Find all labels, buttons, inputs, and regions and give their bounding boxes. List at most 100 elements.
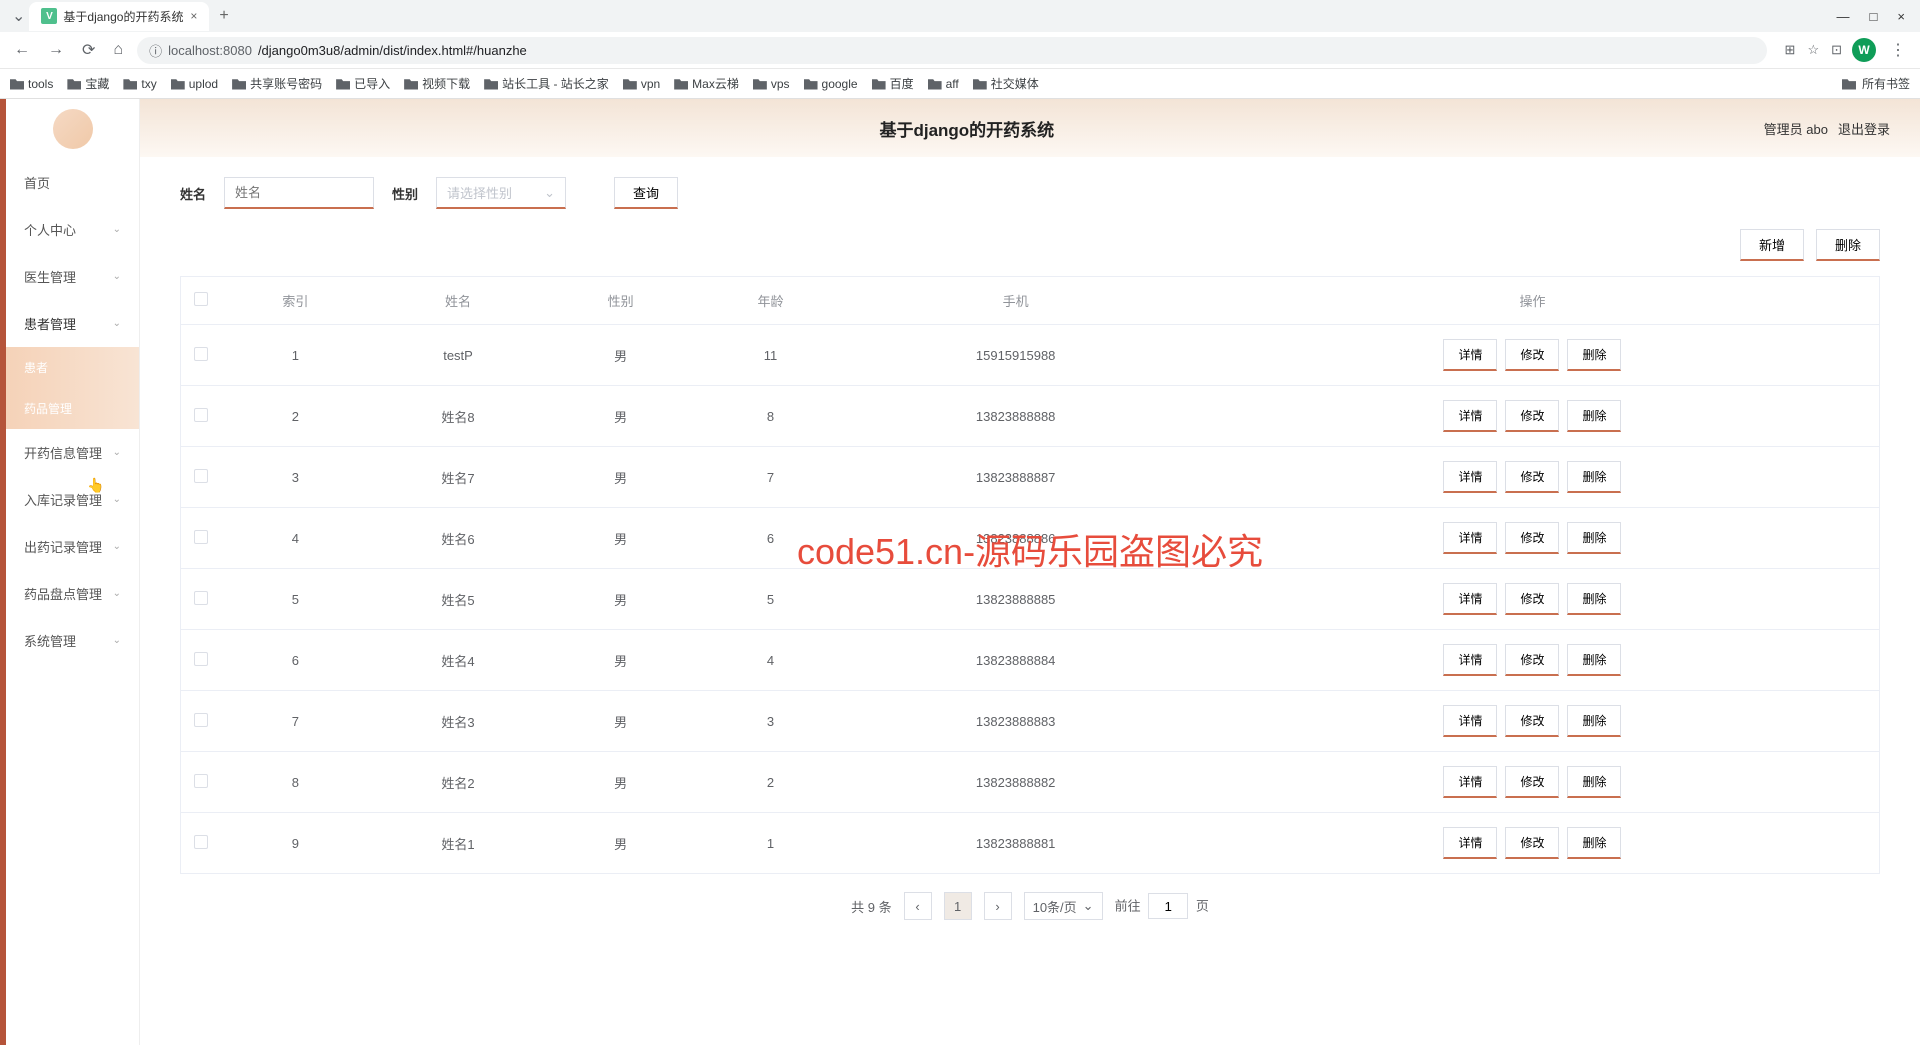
add-button[interactable]: 新增 xyxy=(1740,229,1804,261)
next-page-button[interactable]: › xyxy=(984,892,1012,920)
sidebar-item[interactable]: 开药信息管理⌄ xyxy=(6,429,139,476)
chevron-down-icon[interactable]: ⌄ xyxy=(8,6,29,26)
detail-button[interactable]: 详情 xyxy=(1443,827,1497,859)
select-all[interactable] xyxy=(181,277,221,325)
bookmark-item[interactable]: txy xyxy=(123,75,156,92)
bookmark-item[interactable]: google xyxy=(804,75,858,92)
bookmark-item[interactable]: Max云梯 xyxy=(674,75,739,92)
row-checkbox[interactable] xyxy=(181,569,221,630)
page-number[interactable]: 1 xyxy=(944,892,972,920)
prev-page-button[interactable]: ‹ xyxy=(904,892,932,920)
bookmark-item[interactable]: vpn xyxy=(623,75,660,92)
chevron-down-icon: ⌄ xyxy=(113,271,121,282)
detail-button[interactable]: 详情 xyxy=(1443,766,1497,798)
bookmark-item[interactable]: 宝藏 xyxy=(67,75,109,92)
edit-button[interactable]: 修改 xyxy=(1505,827,1559,859)
sidebar-item[interactable]: 入库记录管理⌄ xyxy=(6,476,139,523)
tab-title: 基于django的开药系统 xyxy=(63,8,183,25)
page-jump-input[interactable] xyxy=(1148,893,1188,919)
total-label: 共 9 条 xyxy=(851,897,891,916)
row-delete-button[interactable]: 删除 xyxy=(1567,522,1621,554)
maximize-icon[interactable]: □ xyxy=(1870,9,1878,24)
row-checkbox[interactable] xyxy=(181,386,221,447)
row-checkbox[interactable] xyxy=(181,691,221,752)
all-bookmarks[interactable]: 所有书签 xyxy=(1862,75,1910,92)
cell-index: 7 xyxy=(221,691,371,752)
star-icon[interactable]: ☆ xyxy=(1807,42,1819,58)
bookmark-item[interactable]: uplod xyxy=(171,75,218,92)
menu-icon[interactable]: ⋮ xyxy=(1886,40,1910,60)
sidebar-item[interactable]: 系统管理⌄ xyxy=(6,617,139,664)
reload-icon[interactable]: ⟳ xyxy=(78,40,99,60)
sidebar-item[interactable]: 医生管理⌄ xyxy=(6,253,139,300)
edit-button[interactable]: 修改 xyxy=(1505,400,1559,432)
app: 首页个人中心⌄医生管理⌄患者管理⌄ 患者药品管理 开药信息管理⌄入库记录管理⌄出… xyxy=(0,99,1920,1045)
edit-button[interactable]: 修改 xyxy=(1505,339,1559,371)
row-delete-button[interactable]: 删除 xyxy=(1567,461,1621,493)
delete-button[interactable]: 删除 xyxy=(1816,229,1880,261)
detail-button[interactable]: 详情 xyxy=(1443,583,1497,615)
detail-button[interactable]: 详情 xyxy=(1443,400,1497,432)
new-tab-button[interactable]: + xyxy=(209,7,238,25)
edit-button[interactable]: 修改 xyxy=(1505,766,1559,798)
bookmark-item[interactable]: 社交媒体 xyxy=(973,75,1039,92)
detail-button[interactable]: 详情 xyxy=(1443,461,1497,493)
bookmark-item[interactable]: 已导入 xyxy=(336,75,390,92)
bookmark-item[interactable]: 视频下载 xyxy=(404,75,470,92)
bookmark-item[interactable]: 百度 xyxy=(872,75,914,92)
sidebar-item[interactable]: 患者管理⌄ xyxy=(6,300,139,347)
bookmark-item[interactable]: tools xyxy=(10,75,53,92)
edit-button[interactable]: 修改 xyxy=(1505,644,1559,676)
row-checkbox[interactable] xyxy=(181,630,221,691)
forward-icon[interactable]: → xyxy=(44,41,68,59)
edit-button[interactable]: 修改 xyxy=(1505,705,1559,737)
row-checkbox[interactable] xyxy=(181,508,221,569)
url-input[interactable]: ⓘ localhost:8080/django0m3u8/admin/dist/… xyxy=(137,37,1766,64)
bookmark-item[interactable]: 站长工具 - 站长之家 xyxy=(484,75,609,92)
row-delete-button[interactable]: 删除 xyxy=(1567,400,1621,432)
query-button[interactable]: 查询 xyxy=(614,177,678,209)
cell-ops: 详情修改删除 xyxy=(1186,752,1880,813)
sidebar-item[interactable]: 首页 xyxy=(6,159,139,206)
detail-button[interactable]: 详情 xyxy=(1443,705,1497,737)
cell-age: 6 xyxy=(696,508,846,569)
row-delete-button[interactable]: 删除 xyxy=(1567,705,1621,737)
profile-avatar[interactable]: W xyxy=(1852,38,1876,62)
detail-button[interactable]: 详情 xyxy=(1443,522,1497,554)
row-delete-button[interactable]: 删除 xyxy=(1567,644,1621,676)
row-checkbox[interactable] xyxy=(181,325,221,386)
sidebar-item[interactable]: 个人中心⌄ xyxy=(6,206,139,253)
back-icon[interactable]: ← xyxy=(10,41,34,59)
bookmark-item[interactable]: 共享账号密码 xyxy=(232,75,322,92)
edit-button[interactable]: 修改 xyxy=(1505,461,1559,493)
sidebar-subitem[interactable]: 患者 xyxy=(6,347,139,388)
edit-button[interactable]: 修改 xyxy=(1505,522,1559,554)
gender-select[interactable]: 请选择性别 ⌄ xyxy=(436,177,566,209)
sidebar-subitem[interactable]: 药品管理 xyxy=(6,388,139,429)
close-window-icon[interactable]: × xyxy=(1897,9,1905,24)
row-checkbox[interactable] xyxy=(181,447,221,508)
page-size-select[interactable]: 10条/页 ⌄ xyxy=(1024,892,1103,920)
extension-icon[interactable]: ⊡ xyxy=(1831,42,1842,58)
browser-tab[interactable]: V 基于django的开药系统 × xyxy=(29,2,209,31)
detail-button[interactable]: 详情 xyxy=(1443,644,1497,676)
row-delete-button[interactable]: 删除 xyxy=(1567,583,1621,615)
row-checkbox[interactable] xyxy=(181,752,221,813)
row-delete-button[interactable]: 删除 xyxy=(1567,827,1621,859)
translate-icon[interactable]: ⊞ xyxy=(1785,42,1796,58)
home-icon[interactable]: ⌂ xyxy=(109,41,127,59)
row-checkbox[interactable] xyxy=(181,813,221,874)
row-delete-button[interactable]: 删除 xyxy=(1567,339,1621,371)
sidebar-item[interactable]: 出药记录管理⌄ xyxy=(6,523,139,570)
bookmark-item[interactable]: aff xyxy=(928,75,959,92)
row-delete-button[interactable]: 删除 xyxy=(1567,766,1621,798)
logout-link[interactable]: 退出登录 xyxy=(1838,119,1890,138)
detail-button[interactable]: 详情 xyxy=(1443,339,1497,371)
sidebar-item[interactable]: 药品盘点管理⌄ xyxy=(6,570,139,617)
name-input[interactable] xyxy=(224,177,374,209)
minimize-icon[interactable]: — xyxy=(1837,9,1850,24)
bookmark-item[interactable]: vps xyxy=(753,75,790,92)
edit-button[interactable]: 修改 xyxy=(1505,583,1559,615)
user-label[interactable]: 管理员 abo xyxy=(1764,119,1828,138)
close-icon[interactable]: × xyxy=(190,9,197,23)
